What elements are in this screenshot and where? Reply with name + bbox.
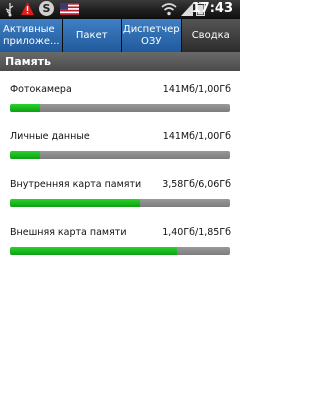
memory-bar <box>10 151 230 159</box>
tab-package[interactable]: Пакет <box>62 19 121 52</box>
memory-row-internal-card: Внутренняя карта памяти 3,58Гб/6,06Гб <box>0 179 240 227</box>
memory-row-external-card: Внешняя карта памяти 1,40Гб/1,85Гб <box>0 227 240 275</box>
memory-bar <box>10 247 230 255</box>
status-bar: S 17:43 <box>0 0 240 18</box>
memory-row-camera: Фотокамера 141Мб/1,00Гб <box>0 84 240 132</box>
memory-row-personal-data: Личные данные 141Мб/1,00Гб <box>0 131 240 179</box>
memory-value: 141Мб/1,00Гб <box>162 131 231 142</box>
memory-bar-fill <box>10 247 177 255</box>
memory-value: 3,58Гб/6,06Гб <box>162 179 231 190</box>
memory-value: 141Мб/1,00Гб <box>162 84 231 95</box>
memory-bar <box>10 199 230 207</box>
memory-label: Внутренняя карта памяти <box>10 179 142 190</box>
memory-bar-fill <box>10 151 41 159</box>
tab-active-apps[interactable]: Активные приложе... <box>0 19 62 52</box>
memory-bar-fill <box>10 199 141 207</box>
tab-bar: Активные приложе... Пакет Диспетчер ОЗУ … <box>0 18 240 52</box>
wifi-icon <box>161 3 177 16</box>
tab-ram-manager[interactable]: Диспетчер ОЗУ <box>122 19 181 52</box>
memory-value: 1,40Гб/1,85Гб <box>162 227 231 238</box>
memory-label: Личные данные <box>10 131 90 142</box>
section-header-memory: Память <box>0 52 240 71</box>
memory-bar <box>10 104 230 112</box>
warning-icon <box>21 2 34 15</box>
memory-bar-fill <box>10 104 41 112</box>
us-flag-icon <box>60 3 79 15</box>
tab-summary[interactable]: Сводка <box>181 19 240 52</box>
clock: 17:43 <box>191 1 233 16</box>
usb-icon <box>5 3 14 17</box>
memory-label: Внешняя карта памяти <box>10 227 127 238</box>
s-app-icon: S <box>39 1 54 16</box>
memory-label: Фотокамера <box>10 84 72 95</box>
